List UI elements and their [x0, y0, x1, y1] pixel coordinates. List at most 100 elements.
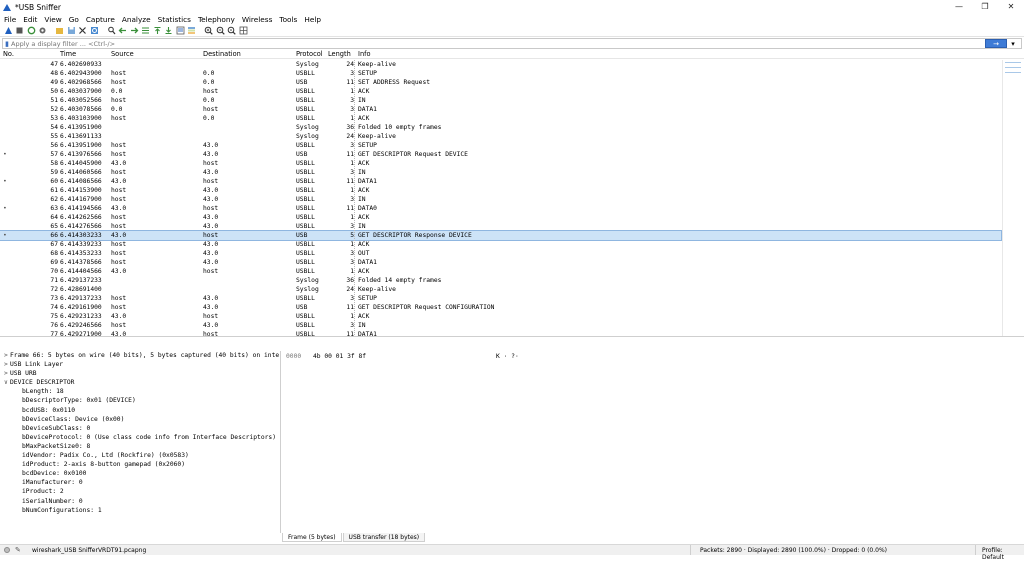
go-back-icon[interactable] [118, 25, 128, 35]
autoscroll-icon[interactable] [175, 25, 185, 35]
packet-row[interactable]: 50 6.403037900 0.0 host USBLL 1 ACK [0, 87, 1001, 96]
packet-row[interactable]: 70 6.414404566 43.0 host USBLL 1 ACK [0, 267, 1001, 276]
menu-capture[interactable]: Capture [86, 15, 115, 24]
find-packet-icon[interactable] [106, 25, 116, 35]
packet-row[interactable]: 64 6.414262566 host 43.0 USBLL 1 ACK [0, 213, 1001, 222]
detail-field[interactable]: bDescriptorType: 0x01 (DEVICE) [0, 396, 280, 405]
packet-row[interactable]: 67 6.414339233 host 43.0 USBLL 1 ACK [0, 240, 1001, 249]
detail-field[interactable]: iProduct: 2 [0, 487, 280, 496]
menu-tools[interactable]: Tools [279, 15, 297, 24]
menu-go[interactable]: Go [69, 15, 79, 24]
menu-view[interactable]: View [44, 15, 61, 24]
packet-row[interactable]: 47 6.402690933 Syslog 24 Keep-alive [0, 60, 1001, 69]
detail-field[interactable]: idProduct: 2-axis 8-button gamepad (0x20… [0, 460, 280, 469]
detail-field[interactable]: bcdUSB: 0x0110 [0, 406, 280, 415]
packet-row[interactable]: 74 6.429161900 host 43.0 USB 11 GET DESCRIPTOR… [0, 303, 1001, 312]
capture-options-icon[interactable] [38, 25, 48, 35]
column-header-destination[interactable]: Destination [203, 50, 241, 58]
bookmark-icon[interactable]: ▮ [3, 39, 11, 48]
packet-row[interactable]: 49 6.402968566 host 0.0 USB 11 SET ADDRESS Req… [0, 78, 1001, 87]
menu-edit[interactable]: Edit [23, 15, 37, 24]
zoom-in-icon[interactable] [204, 25, 214, 35]
detail-field[interactable]: iSerialNumber: 0 [0, 497, 280, 506]
packet-row[interactable]: 69 6.414378566 host 43.0 USBLL 3 DATA1 [0, 258, 1001, 267]
packet-row[interactable]: 65 6.414276566 host 43.0 USBLL 3 IN [0, 222, 1001, 231]
detail-tree-node[interactable]: > USB Link Layer [0, 360, 280, 369]
packet-row[interactable]: 76 6.429246566 host 43.0 USBLL 3 IN [0, 321, 1001, 330]
minimize-button[interactable]: — [946, 0, 972, 13]
resize-columns-icon[interactable] [238, 25, 248, 35]
column-header-info[interactable]: Info [358, 50, 370, 58]
stop-capture-icon[interactable] [15, 25, 25, 35]
detail-field[interactable]: bDeviceProtocol: 0 (Use class code info … [0, 433, 280, 442]
profile-label[interactable]: Profile: Default [982, 547, 1024, 561]
expand-arrow-icon[interactable]: > [2, 369, 10, 378]
packet-row[interactable]: • 60 6.414086566 43.0 host USBLL 11 DATA1 [0, 177, 1001, 186]
close-button[interactable]: ✕ [998, 0, 1024, 13]
display-filter-input[interactable] [11, 39, 911, 48]
go-forward-icon[interactable] [129, 25, 139, 35]
tab-frame-bytes[interactable]: Frame (5 bytes) [282, 533, 342, 542]
hex-row[interactable]: 0000 4b 00 01 3f 8f K · ?· [286, 353, 519, 360]
go-first-icon[interactable] [152, 25, 162, 35]
packet-row-selected[interactable]: • 66 6.414303233 43.0 host USB 5 GET DESCRIPTOR… [0, 230, 1002, 241]
restart-capture-icon[interactable] [26, 25, 36, 35]
zoom-out-icon[interactable] [215, 25, 225, 35]
packet-row[interactable]: 51 6.403052566 host 0.0 USBLL 3 IN [0, 96, 1001, 105]
column-header-length[interactable]: Length [328, 50, 351, 58]
menu-help[interactable]: Help [304, 15, 321, 24]
packet-row[interactable]: 68 6.414353233 host 43.0 USBLL 3 OUT [0, 249, 1001, 258]
packet-row[interactable]: 71 6.429137233 Syslog 36 Folded 14 empty fra… [0, 276, 1001, 285]
packet-row[interactable]: 77 6.429271900 43.0 host USBLL 11 DATA1 [0, 330, 1001, 336]
column-header-time[interactable]: Time [60, 50, 76, 58]
filter-dropdown-button[interactable]: ▾ [1008, 39, 1018, 48]
detail-field[interactable]: bMaxPacketSize0: 8 [0, 442, 280, 451]
save-file-icon[interactable] [66, 25, 76, 35]
detail-field[interactable]: bLength: 18 [0, 387, 280, 396]
packet-row[interactable]: 55 6.413691133 Syslog 24 Keep-alive [0, 132, 1001, 141]
packet-row[interactable]: 52 6.403078566 0.0 host USBLL 3 DATA1 [0, 105, 1001, 114]
zoom-normal-icon[interactable] [227, 25, 237, 35]
packet-row[interactable]: 56 6.413951900 host 43.0 USBLL 3 SETUP [0, 141, 1001, 150]
menu-wireless[interactable]: Wireless [242, 15, 273, 24]
detail-tree-node[interactable]: ∨ DEVICE DESCRIPTOR [0, 378, 280, 387]
detail-field[interactable]: iManufacturer: 0 [0, 478, 280, 487]
detail-field[interactable]: bDeviceClass: Device (0x00) [0, 415, 280, 424]
go-last-icon[interactable] [164, 25, 174, 35]
reload-file-icon[interactable] [89, 25, 99, 35]
packet-row[interactable]: 75 6.429231233 43.0 host USBLL 1 ACK [0, 312, 1001, 321]
packet-list-scrollbar[interactable] [1002, 60, 1024, 336]
colorize-icon[interactable] [187, 25, 197, 35]
menu-telephony[interactable]: Telephony [198, 15, 235, 24]
expand-arrow-icon[interactable]: > [2, 360, 10, 369]
packet-row[interactable]: 54 6.413951900 Syslog 36 Folded 10 empty fra… [0, 123, 1001, 132]
apply-filter-button[interactable]: → [985, 39, 1007, 48]
detail-field[interactable]: bNumConfigurations: 1 [0, 506, 280, 515]
detail-field[interactable]: bcdDevice: 0x0100 [0, 469, 280, 478]
packet-row[interactable]: 62 6.414167900 host 43.0 USBLL 3 IN [0, 195, 1001, 204]
tab-usb-transfer[interactable]: USB transfer (18 bytes) [342, 533, 426, 542]
start-capture-icon[interactable] [3, 25, 13, 35]
packet-row[interactable]: 48 6.402943900 host 0.0 USBLL 3 SETUP [0, 69, 1001, 78]
packet-row[interactable]: 59 6.414060566 host 43.0 USBLL 3 IN [0, 168, 1001, 177]
expand-arrow-icon[interactable]: > [2, 351, 10, 360]
packet-row[interactable]: 61 6.414153900 host 43.0 USBLL 1 ACK [0, 186, 1001, 195]
close-file-icon[interactable] [78, 25, 88, 35]
detail-tree-node[interactable]: > USB URB [0, 369, 280, 378]
column-header-source[interactable]: Source [111, 50, 134, 58]
collapse-arrow-icon[interactable]: ∨ [2, 378, 10, 387]
column-header-protocol[interactable]: Protocol [296, 50, 323, 58]
menu-statistics[interactable]: Statistics [158, 15, 191, 24]
go-to-packet-icon[interactable] [141, 25, 151, 35]
open-file-icon[interactable] [55, 25, 65, 35]
detail-field[interactable]: bDeviceSubClass: 0 [0, 424, 280, 433]
packet-row[interactable]: • 57 6.413976566 host 43.0 USB 11 GET DESCRIPTO… [0, 150, 1001, 159]
edit-comment-icon[interactable]: ✎ [15, 546, 21, 554]
expert-info-icon[interactable] [4, 547, 10, 553]
packet-row[interactable]: 73 6.429137233 host 43.0 USBLL 3 SETUP [0, 294, 1001, 303]
detail-field[interactable]: idVendor: Padix Co., Ltd (Rockfire) (0x0… [0, 451, 280, 460]
packet-row[interactable]: 72 6.428691400 Syslog 24 Keep-alive [0, 285, 1001, 294]
packet-row[interactable]: • 63 6.414194566 43.0 host USBLL 11 DATA0 [0, 204, 1001, 213]
menu-analyze[interactable]: Analyze [122, 15, 151, 24]
packet-row[interactable]: 58 6.414045900 43.0 host USBLL 1 ACK [0, 159, 1001, 168]
